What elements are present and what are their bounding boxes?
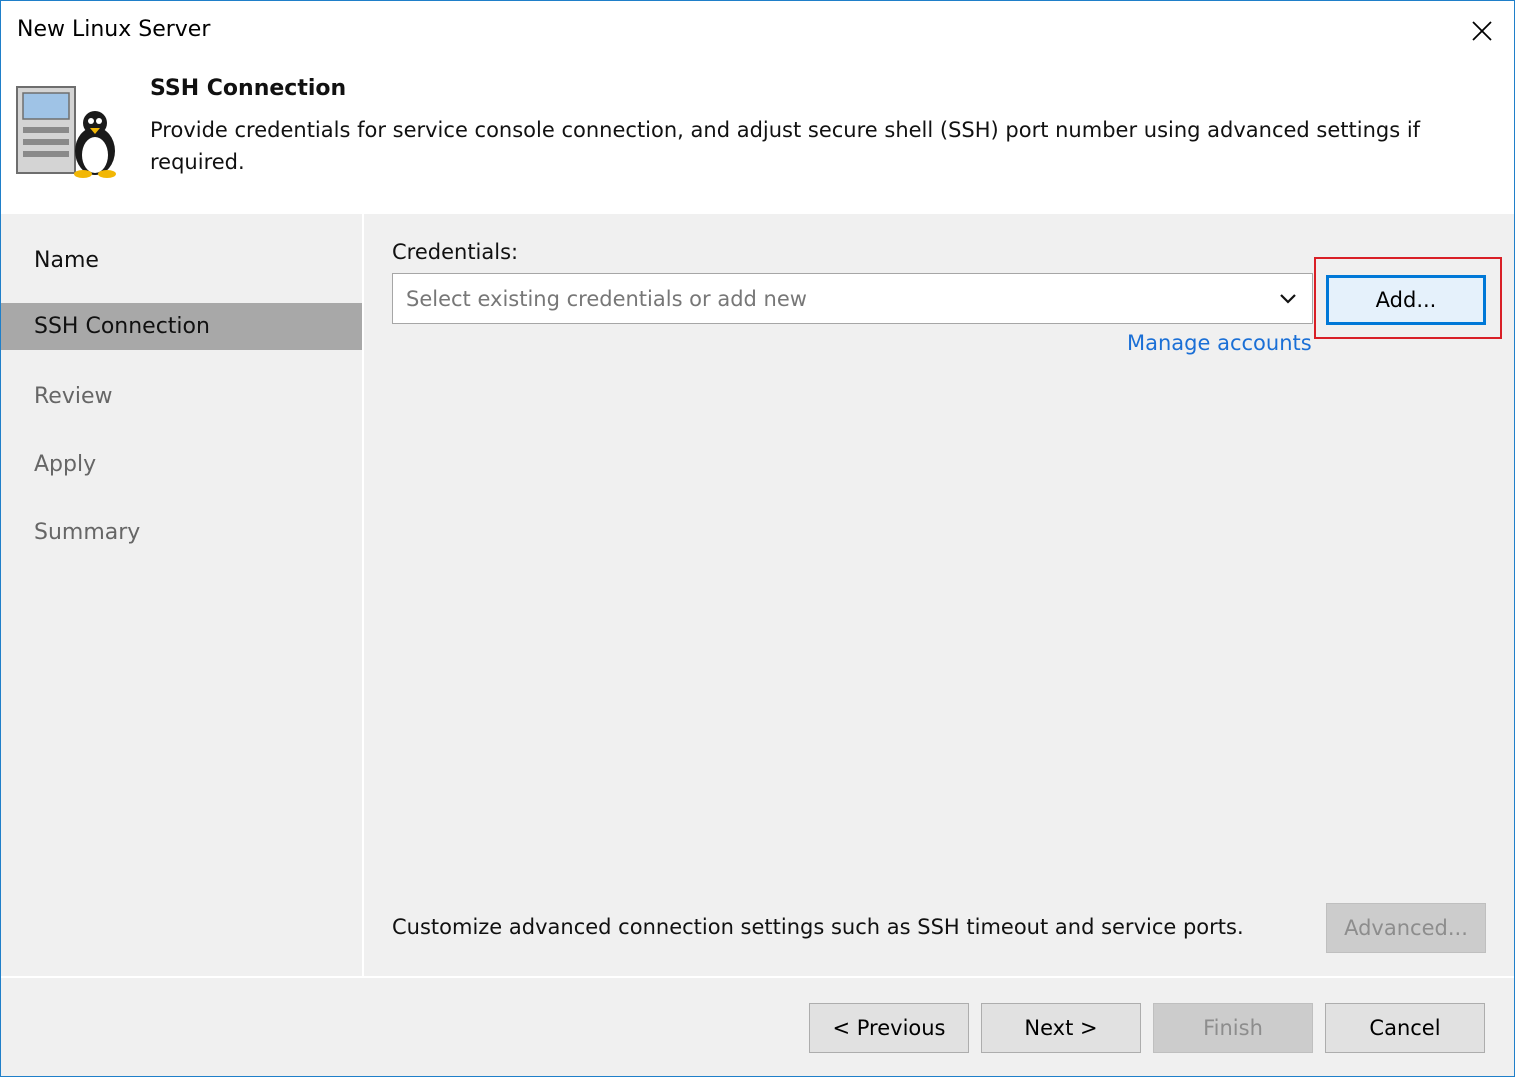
manage-accounts-link[interactable]: Manage accounts (1127, 331, 1312, 355)
add-credentials-button[interactable]: Add... (1326, 275, 1486, 325)
advanced-button[interactable]: Advanced... (1326, 903, 1486, 953)
page-title: SSH Connection (150, 76, 347, 101)
window-title: New Linux Server (17, 17, 211, 42)
wizard-steps: Name SSH Connection Review Apply Summary (1, 214, 364, 976)
previous-button[interactable]: < Previous (809, 1003, 969, 1053)
step-review[interactable]: Review (1, 373, 362, 420)
linux-server-icon (16, 86, 116, 178)
title-bar: New Linux Server (1, 1, 1514, 61)
step-content: Credentials: Select existing credentials… (364, 214, 1514, 976)
wizard-header: SSH Connection Provide credentials for s… (1, 61, 1514, 214)
chevron-down-icon (1280, 294, 1296, 304)
new-linux-server-dialog: New Linux Server SSH Connection Provide … (0, 0, 1515, 1077)
wizard-footer: < Previous Next > Finish Cancel (1, 976, 1514, 1076)
step-name[interactable]: Name (1, 237, 362, 284)
cancel-button[interactable]: Cancel (1325, 1003, 1485, 1053)
close-button[interactable] (1450, 1, 1514, 61)
advanced-description: Customize advanced connection settings s… (392, 915, 1244, 939)
finish-button[interactable]: Finish (1153, 1003, 1313, 1053)
close-icon (1472, 21, 1492, 41)
credentials-label: Credentials: (392, 240, 519, 264)
credentials-placeholder: Select existing credentials or add new (406, 287, 807, 311)
page-description: Provide credentials for service console … (150, 118, 1421, 174)
next-button[interactable]: Next > (981, 1003, 1141, 1053)
step-summary[interactable]: Summary (1, 509, 362, 556)
step-ssh-connection[interactable]: SSH Connection (1, 303, 362, 350)
credentials-dropdown[interactable]: Select existing credentials or add new (392, 273, 1313, 324)
step-apply[interactable]: Apply (1, 441, 362, 488)
